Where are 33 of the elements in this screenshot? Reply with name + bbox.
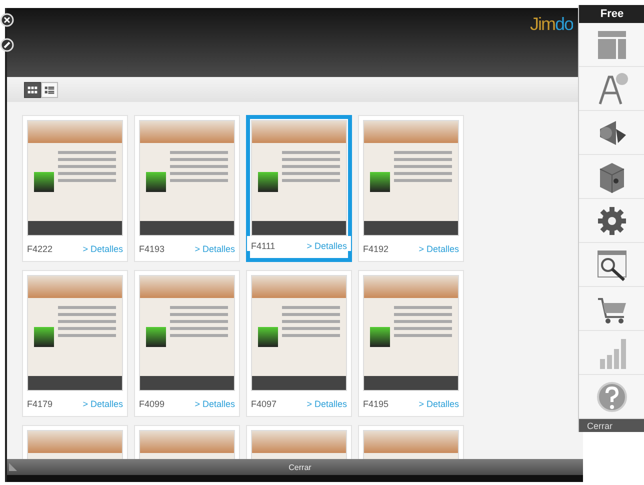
template-code: F4099 [139, 399, 165, 409]
details-link[interactable]: > Detalles [418, 399, 459, 409]
list-view-button[interactable] [41, 82, 58, 98]
template-card[interactable]: F4222 > Detalles [22, 115, 128, 262]
details-link[interactable]: > Detalles [194, 244, 235, 254]
details-link[interactable]: > Detalles [82, 399, 123, 409]
grid-view-button[interactable] [24, 82, 41, 98]
details-link[interactable]: > Detalles [306, 399, 347, 409]
template-card[interactable]: F4195 > Detalles [358, 270, 464, 417]
template-card[interactable]: F4111 > Detalles [246, 115, 352, 262]
sidebar-close-button[interactable]: Cerrar [579, 419, 644, 432]
grid-icon [27, 84, 38, 96]
template-card[interactable]: F4099 > Detalles [134, 270, 240, 417]
template-code: F4195 [363, 399, 389, 409]
template-code: F4192 [363, 244, 389, 254]
details-link[interactable]: > Detalles [194, 399, 235, 409]
details-link[interactable]: > Detalles [82, 244, 123, 254]
details-link[interactable]: > Detalles [418, 244, 459, 254]
close-icon[interactable] [0, 13, 14, 27]
template-code: F4111 [251, 241, 276, 251]
template-card[interactable]: F4192 > Detalles [358, 115, 464, 262]
template-code: F4222 [27, 244, 53, 254]
details-link[interactable]: > Detalles [306, 241, 347, 251]
template-card[interactable]: F4193 > Detalles [134, 115, 240, 262]
list-icon [44, 84, 55, 96]
sidebar-title: Free [579, 5, 644, 23]
template-code: F4097 [251, 399, 277, 409]
resize-grip-icon[interactable] [9, 463, 17, 471]
template-code: F4193 [139, 244, 165, 254]
template-code: F4179 [27, 399, 53, 409]
close-button[interactable]: Cerrar [17, 462, 583, 472]
template-card[interactable]: F4179 > Detalles [22, 270, 128, 417]
template-card[interactable]: F4097 > Detalles [246, 270, 352, 417]
